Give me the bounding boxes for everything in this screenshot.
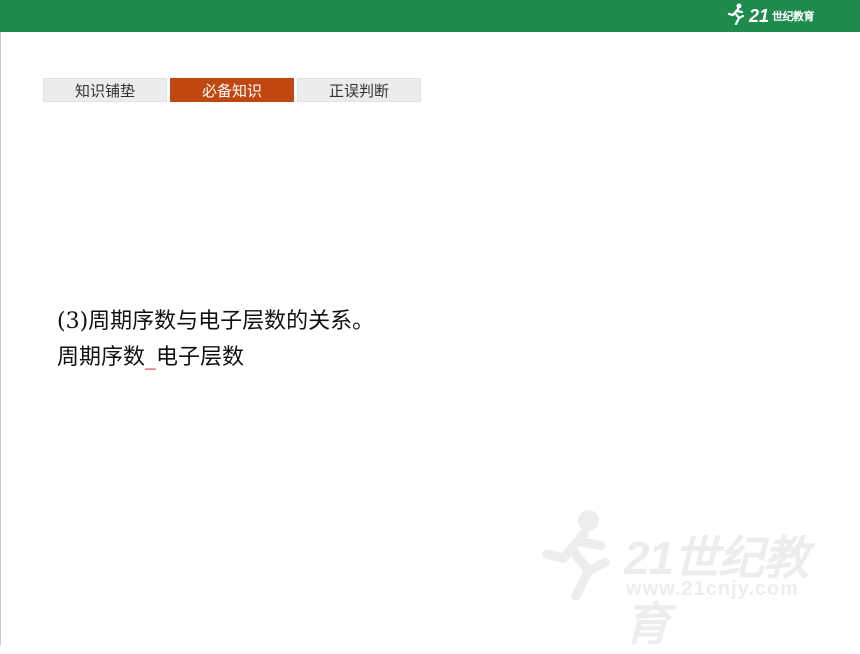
runner-icon [532, 508, 620, 611]
watermark-url: www.21cnjy.com [626, 578, 799, 600]
answer-suffix: 电子层数 [156, 345, 245, 370]
tab-essential-knowledge[interactable]: 必备知识 [170, 78, 294, 102]
watermark-text: 21世纪教育 [624, 532, 809, 650]
answer-line: 周期序数_电子层数 [57, 340, 374, 376]
answer-blank: _ [145, 345, 157, 370]
runner-icon [726, 3, 746, 29]
tab-true-false-judgment[interactable]: 正误判断 [297, 78, 421, 102]
site-logo: 21 世纪教育 [726, 2, 815, 30]
tab-knowledge-foundation[interactable]: 知识铺垫 [43, 78, 167, 102]
watermark: 21世纪教育 www.21cnjy.com [532, 508, 832, 650]
top-header-bar: 21 世纪教育 [0, 0, 860, 32]
question-line: (3)周期序数与电子层数的关系。 [57, 309, 375, 334]
section-tabs: 知识铺垫 必备知识 正误判断 [43, 78, 421, 102]
logo-mark: 21 [748, 6, 769, 26]
answer-prefix: 周期序数 [57, 345, 146, 370]
logo-word: 世纪教育 [772, 10, 815, 23]
lesson-content: (3)周期序数与电子层数的关系。 周期序数_电子层数 [57, 304, 374, 376]
left-border-line [0, 32, 1, 645]
